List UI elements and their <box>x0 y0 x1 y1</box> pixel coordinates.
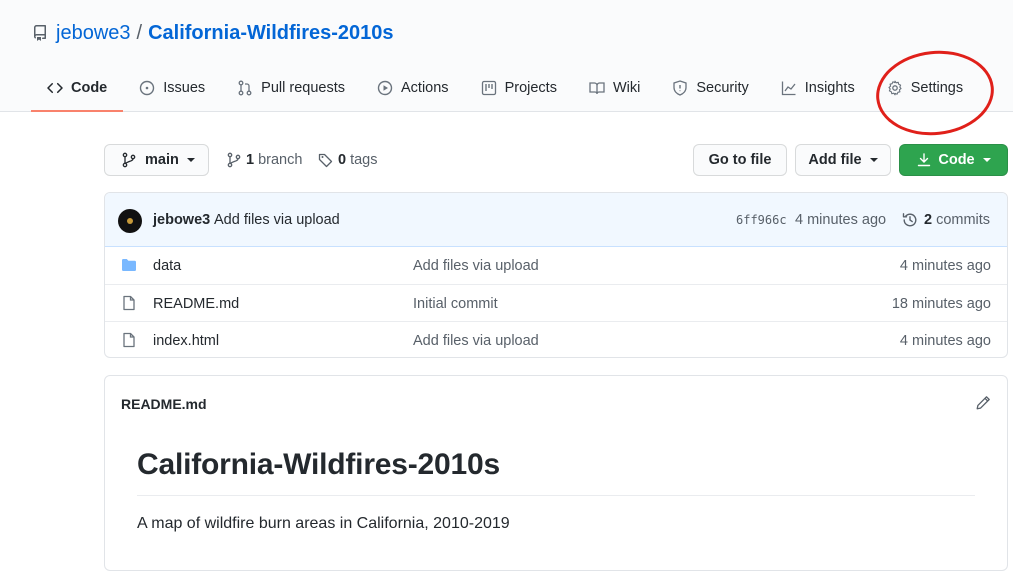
pull-request-icon <box>237 80 253 96</box>
code-button-label: Code <box>938 152 975 168</box>
file-row[interactable]: README.md Initial commit 18 minutes ago <box>105 284 1007 321</box>
file-icon <box>121 332 137 348</box>
chevron-down-icon <box>186 158 195 162</box>
file-age: 4 minutes ago <box>899 333 991 349</box>
file-row[interactable]: data Add files via upload 4 minutes ago <box>105 247 1007 284</box>
commit-count-word: commits <box>936 212 991 228</box>
file-age: 18 minutes ago <box>891 296 991 312</box>
branch-label: main <box>145 152 179 168</box>
tab-code[interactable]: Code <box>31 66 124 112</box>
commit-count: 2 <box>924 212 933 228</box>
file-commit-message[interactable]: Add files via upload <box>413 333 539 349</box>
tab-label: Pull requests <box>261 80 345 96</box>
branches-link[interactable]: 1 branch <box>226 151 302 169</box>
tag-count: 0 <box>338 152 347 168</box>
graph-icon <box>781 80 797 96</box>
shield-icon <box>672 80 688 96</box>
readme-panel: README.md California-Wildfires-2010s A m… <box>104 375 1008 571</box>
repo-name-link[interactable]: California-Wildfires-2010s <box>148 22 393 45</box>
tag-icon <box>318 152 334 168</box>
file-commit-message[interactable]: Initial commit <box>413 296 498 312</box>
latest-commit-bar: jebowe3 Add files via upload 6ff966c 4 m… <box>105 193 1007 247</box>
tab-wiki[interactable]: Wiki <box>573 66 656 110</box>
repo-icon <box>32 25 48 41</box>
branch-select-button[interactable]: main <box>104 144 209 176</box>
commit-message-link[interactable]: Add files via upload <box>214 212 340 228</box>
chevron-down-icon <box>869 158 878 162</box>
avatar[interactable] <box>118 209 142 233</box>
branch-word: branch <box>258 152 303 168</box>
tags-link[interactable]: 0 tags <box>318 151 378 169</box>
tab-actions[interactable]: Actions <box>361 66 465 110</box>
tab-label: Actions <box>401 80 449 96</box>
tab-label: Issues <box>163 80 206 96</box>
branch-count: 1 <box>246 152 255 168</box>
commits-history-link[interactable]: 2 commits <box>902 212 990 228</box>
file-browser: jebowe3 Add files via upload 6ff966c 4 m… <box>104 192 1008 358</box>
readme-divider <box>137 495 975 496</box>
code-download-button[interactable]: Code <box>899 144 1008 176</box>
file-row[interactable]: index.html Add files via upload 4 minute… <box>105 321 1007 357</box>
file-name-link[interactable]: README.md <box>153 296 239 312</box>
tab-pull-requests[interactable]: Pull requests <box>221 66 361 110</box>
pencil-icon[interactable] <box>975 395 991 411</box>
repo-header: jebowe3 / California-Wildfires-2010s Cod… <box>0 0 1013 112</box>
repo-title: jebowe3 / California-Wildfires-2010s <box>32 20 394 46</box>
commit-author-link[interactable]: jebowe3 <box>153 212 210 228</box>
file-name-link[interactable]: index.html <box>153 333 219 349</box>
repo-owner-link[interactable]: jebowe3 <box>56 22 131 45</box>
file-age: 4 minutes ago <box>899 258 991 274</box>
gear-icon <box>887 80 903 96</box>
tab-issues[interactable]: Issues <box>123 66 221 110</box>
play-icon <box>377 80 393 96</box>
repo-tabs: Code Issues Pull requests Actions Projec… <box>31 66 979 112</box>
chevron-down-icon <box>982 158 991 162</box>
file-icon <box>121 295 137 311</box>
readme-file-title[interactable]: README.md <box>121 396 207 412</box>
branch-icon <box>121 152 137 168</box>
tab-label: Security <box>696 80 749 96</box>
branch-icon <box>226 152 242 168</box>
tag-word: tags <box>350 152 378 168</box>
tab-security[interactable]: Security <box>656 66 764 110</box>
readme-paragraph: A map of wildfire burn areas in Californ… <box>137 515 510 532</box>
tab-projects[interactable]: Projects <box>465 66 573 110</box>
download-icon <box>916 152 932 168</box>
go-to-file-button[interactable]: Go to file <box>693 144 787 176</box>
readme-heading: California-Wildfires-2010s <box>137 448 500 481</box>
file-commit-message[interactable]: Add files via upload <box>413 258 539 274</box>
go-to-file-label: Go to file <box>708 152 772 168</box>
commit-time: 4 minutes ago <box>795 212 887 228</box>
tab-label: Insights <box>804 80 855 96</box>
code-icon <box>47 80 63 96</box>
book-icon <box>589 80 605 96</box>
tab-label: Settings <box>910 80 964 96</box>
commit-sha-link[interactable]: 6ff966c <box>736 213 787 227</box>
add-file-button[interactable]: Add file <box>795 144 891 176</box>
tab-label: Projects <box>504 80 557 96</box>
add-file-label: Add file <box>808 152 862 168</box>
issue-icon <box>139 80 155 96</box>
folder-icon <box>121 257 137 273</box>
tab-settings[interactable]: Settings <box>871 66 979 110</box>
file-name-link[interactable]: data <box>153 258 181 274</box>
tab-label: Code <box>71 80 108 96</box>
tab-label: Wiki <box>612 80 641 96</box>
tab-insights[interactable]: Insights <box>765 66 871 110</box>
project-icon <box>481 80 497 96</box>
history-icon <box>902 212 918 228</box>
repo-separator: / <box>136 21 143 44</box>
